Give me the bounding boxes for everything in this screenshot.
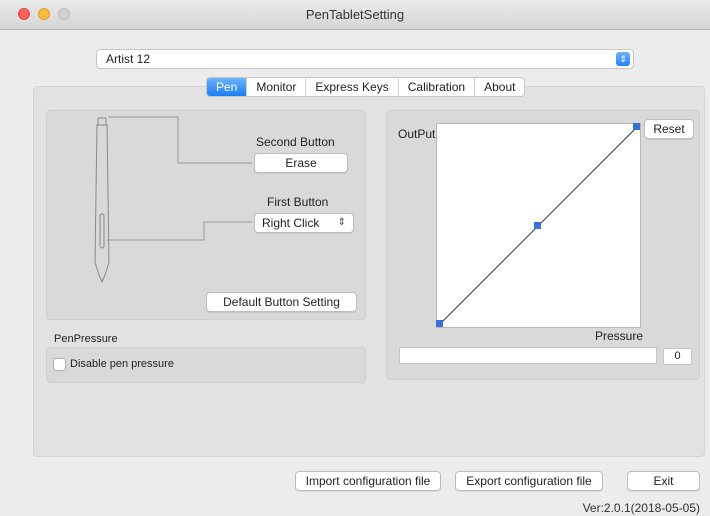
disable-pen-pressure-label: Disable pen pressure xyxy=(70,358,174,370)
curve-start-handle xyxy=(436,320,443,327)
pressure-curve-graph[interactable] xyxy=(436,123,642,329)
tab-monitor[interactable]: Monitor xyxy=(247,78,307,96)
updown-chevron-icon: ⇕ xyxy=(337,217,346,228)
pen-pressure-label: PenPressure xyxy=(54,333,118,345)
first-button-select-value: Right Click xyxy=(262,216,320,230)
updown-arrow-icon: ⇕ xyxy=(616,52,630,66)
window-title: PenTabletSetting xyxy=(305,7,405,22)
second-button-label: Second Button xyxy=(256,135,335,149)
pressure-axis-label: Pressure xyxy=(595,329,644,343)
first-button-select[interactable]: Right Click ⇕ xyxy=(254,213,354,233)
tab-express-keys[interactable]: Express Keys xyxy=(306,78,399,96)
device-select-value: Artist 12 xyxy=(106,52,151,66)
pressure-level-bar xyxy=(399,347,657,364)
pressure-value-field: 0 xyxy=(663,348,692,365)
exit-button[interactable]: Exit xyxy=(627,471,700,491)
device-select[interactable]: Artist 12 ⇕ xyxy=(96,49,634,69)
tab-calibration[interactable]: Calibration xyxy=(399,78,476,96)
tab-bar: Pen Monitor Express Keys Calibration Abo… xyxy=(206,77,526,97)
tab-pen[interactable]: Pen xyxy=(207,78,248,96)
default-button-setting-button[interactable]: Default Button Setting xyxy=(206,292,357,312)
curve-end-handle xyxy=(633,123,640,130)
title-bar: PenTabletSetting xyxy=(0,0,710,30)
disable-pen-pressure-checkbox[interactable] xyxy=(53,358,66,371)
export-config-button[interactable]: Export configuration file xyxy=(455,471,603,491)
reset-button[interactable]: Reset xyxy=(644,119,694,139)
second-button-select[interactable]: Erase xyxy=(254,153,348,173)
output-axis-label: OutPut xyxy=(398,127,436,141)
tab-about[interactable]: About xyxy=(475,78,524,96)
first-button-label: First Button xyxy=(267,195,329,209)
import-config-button[interactable]: Import configuration file xyxy=(295,471,441,491)
version-label: Ver:2.0.1(2018-05-05) xyxy=(582,501,700,515)
curve-mid-handle xyxy=(534,222,541,229)
